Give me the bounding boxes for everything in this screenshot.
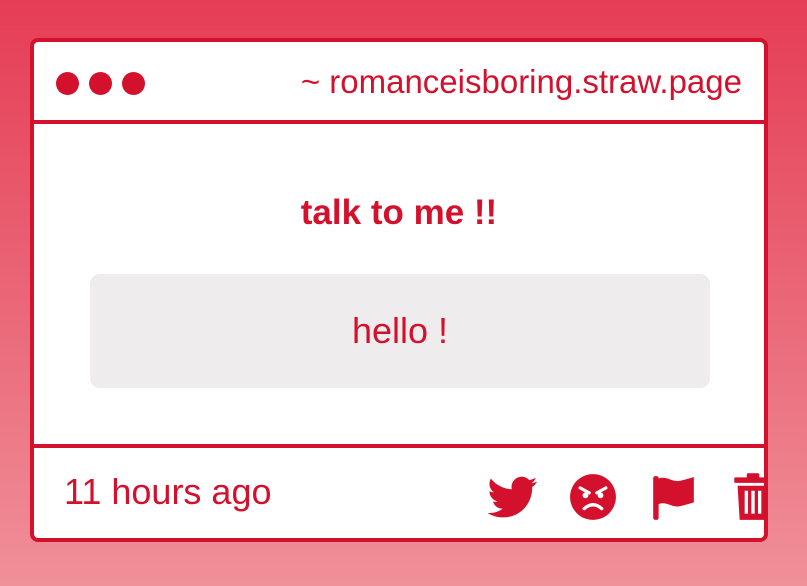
angry-face-icon <box>570 474 616 520</box>
trash-icon <box>734 473 764 520</box>
delete-button[interactable] <box>728 472 764 522</box>
window-dot <box>122 72 145 95</box>
message-card: ~ romanceisboring.straw.page talk to me … <box>30 38 768 542</box>
card-content: talk to me !! hello ! <box>34 124 764 444</box>
window-dot <box>56 72 79 95</box>
window-titlebar: ~ romanceisboring.straw.page <box>34 42 764 124</box>
page-url: ~ romanceisboring.straw.page <box>300 63 742 100</box>
action-bar <box>424 472 764 520</box>
card-footer: 11 hours ago <box>34 444 764 538</box>
flag-icon <box>653 476 694 520</box>
message-bubble: hello ! <box>90 274 710 388</box>
window-dot <box>89 72 112 95</box>
react-angry-button[interactable] <box>568 472 618 522</box>
share-twitter-button[interactable] <box>488 472 538 522</box>
window-controls <box>56 72 145 95</box>
timestamp: 11 hours ago <box>64 471 272 512</box>
twitter-icon <box>488 476 538 518</box>
report-button[interactable] <box>648 472 698 522</box>
prompt-title: talk to me !! <box>300 193 498 232</box>
